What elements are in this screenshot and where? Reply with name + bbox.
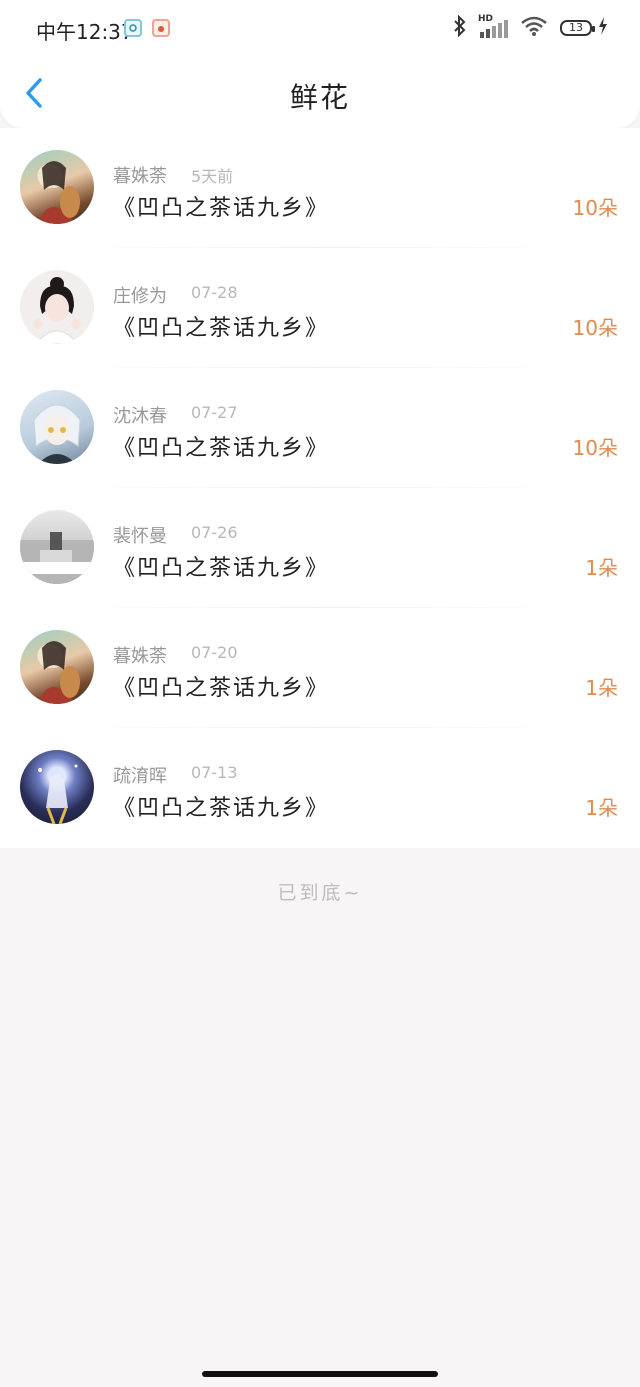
- work-title: 《凹凸之茶话九乡》: [113, 556, 330, 581]
- avatar[interactable]: [20, 510, 94, 584]
- home-indicator[interactable]: [202, 1371, 438, 1377]
- post-date: 07-13: [191, 763, 238, 782]
- post-date: 07-27: [191, 403, 238, 422]
- battery-level: 13: [569, 21, 583, 34]
- user-name: 庄修为: [113, 286, 167, 307]
- post-date: 07-28: [191, 283, 238, 302]
- user-name: 沈沐春: [113, 406, 167, 427]
- flower-count: 10朵: [572, 316, 618, 340]
- avatar[interactable]: [20, 150, 94, 224]
- work-title: 《凹凸之茶话九乡》: [113, 316, 330, 341]
- user-name: 暮姝荼: [113, 166, 167, 187]
- flower-count: 10朵: [572, 436, 618, 460]
- avatar[interactable]: [20, 270, 94, 344]
- list-item[interactable]: 沈沐春 07-27 《凹凸之茶话九乡》 10朵: [0, 368, 640, 488]
- work-title: 《凹凸之茶话九乡》: [113, 676, 330, 701]
- battery-icon: 13: [560, 20, 595, 36]
- list-item[interactable]: 疏淯晖 07-13 《凹凸之茶话九乡》 1朵: [0, 728, 640, 848]
- wifi-icon: [520, 15, 548, 41]
- flower-count: 10朵: [572, 196, 618, 220]
- work-title: 《凹凸之茶话九乡》: [113, 196, 330, 221]
- list-item[interactable]: 庄修为 07-28 《凹凸之茶话九乡》 10朵: [0, 248, 640, 368]
- status-bar: 中午12:37 HD 13: [0, 0, 640, 56]
- user-name: 暮姝荼: [113, 646, 167, 667]
- flower-list: 暮姝荼 5天前 《凹凸之茶话九乡》 10朵 庄修为 07-28 《凹凸之茶话九乡…: [0, 128, 640, 848]
- status-time: 中午12:37: [36, 20, 134, 44]
- avatar[interactable]: [20, 630, 94, 704]
- video-app-icon: [152, 19, 170, 37]
- flower-count: 1朵: [585, 796, 618, 820]
- list-item[interactable]: 裴怀曼 07-26 《凹凸之茶话九乡》 1朵: [0, 488, 640, 608]
- flower-count: 1朵: [585, 676, 618, 700]
- end-of-list-text: 已到底~: [277, 882, 363, 904]
- flower-count: 1朵: [585, 556, 618, 580]
- user-name: 裴怀曼: [113, 526, 167, 547]
- camera-app-icon: [124, 19, 142, 37]
- work-title: 《凹凸之茶话九乡》: [113, 796, 330, 821]
- post-date: 5天前: [191, 167, 234, 186]
- list-item[interactable]: 暮姝荼 07-20 《凹凸之茶话九乡》 1朵: [0, 608, 640, 728]
- post-date: 07-26: [191, 523, 238, 542]
- charging-icon: [598, 17, 608, 39]
- nav-header: 鲜花: [0, 56, 640, 128]
- avatar[interactable]: [20, 750, 94, 824]
- page-title: 鲜花: [289, 81, 350, 114]
- list-item[interactable]: 暮姝荼 5天前 《凹凸之茶话九乡》 10朵: [0, 128, 640, 248]
- cellular-signal-icon: HD: [478, 14, 508, 38]
- bluetooth-icon: [452, 14, 468, 41]
- avatar[interactable]: [20, 390, 94, 464]
- post-date: 07-20: [191, 643, 238, 662]
- user-name: 疏淯晖: [113, 766, 167, 787]
- work-title: 《凹凸之茶话九乡》: [113, 436, 330, 461]
